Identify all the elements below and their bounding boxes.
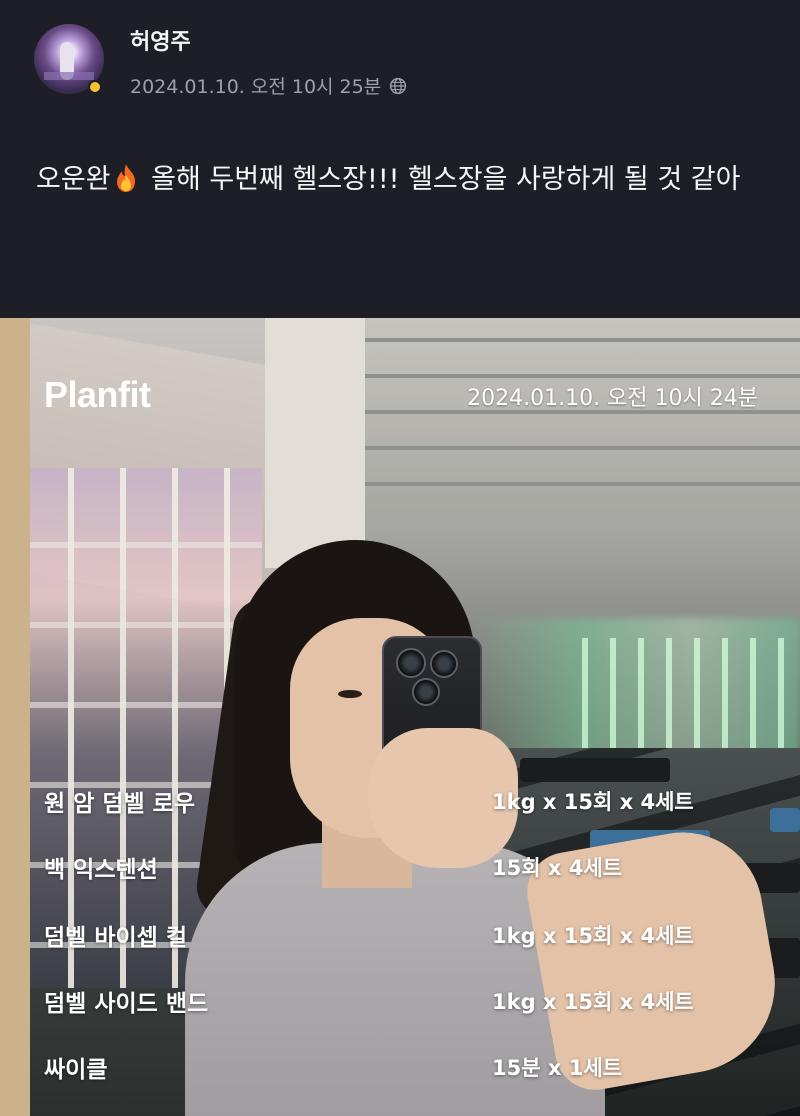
photo-timestamp: 2024.01.10. 오전 10시 24분	[467, 386, 758, 411]
pillar	[265, 318, 365, 568]
author-name[interactable]: 허영주	[130, 24, 191, 56]
camera-lens	[430, 650, 458, 678]
exercise-sets: 15회 x 4세트	[492, 856, 622, 880]
bench	[770, 808, 800, 832]
exercise-sets: 1kg x 15회 x 4세트	[492, 790, 694, 814]
exercise-name: 싸이클	[44, 1057, 108, 1083]
post-meta: 2024.01.10. 오전 10시 25분	[130, 72, 407, 99]
exercise-name: 덤벨 사이드 밴드	[44, 991, 209, 1017]
workout-row: 덤벨 사이드 밴드 1kg x 15회 x 4세트	[44, 984, 764, 1024]
post-header: 허영주 2024.01.10. 오전 10시 25분 오운완 올해 두번째 헬스…	[0, 0, 800, 318]
online-status-dot	[88, 80, 102, 94]
exercise-sets: 1kg x 15회 x 4세트	[492, 924, 694, 948]
fire-emoji-icon	[116, 164, 135, 192]
exercise-name: 덤벨 바이셉 컬	[44, 925, 187, 951]
workout-row: 싸이클 15분 x 1세트	[44, 1050, 764, 1090]
post-body: 오운완 올해 두번째 헬스장!!! 헬스장을 사랑하게 될 것 같아	[36, 156, 766, 204]
post-text-rest: 올해 두번째 헬스장!!! 헬스장을 사랑하게 될 것 같아	[142, 164, 741, 195]
workout-row: 덤벨 바이셉 컬 1kg x 15회 x 4세트	[44, 918, 764, 958]
eye	[338, 690, 362, 698]
post-text-start: 오운완	[36, 164, 111, 195]
exercise-sets: 15분 x 1세트	[492, 1056, 622, 1080]
exercise-sets: 1kg x 15회 x 4세트	[492, 990, 694, 1014]
post-timestamp: 2024.01.10. 오전 10시 25분	[130, 76, 382, 98]
planfit-logo: Planfit	[44, 374, 151, 415]
exercise-name: 원 암 덤벨 로우	[44, 791, 195, 817]
left-wall	[0, 318, 30, 1116]
ceiling-pipes	[360, 318, 800, 518]
globe-icon	[390, 77, 407, 94]
exercise-name: 백 익스텐션	[44, 857, 158, 883]
camera-lens	[412, 678, 440, 706]
workout-row: 원 암 덤벨 로우 1kg x 15회 x 4세트	[44, 784, 764, 824]
camera-lens	[396, 648, 426, 678]
workout-row: 백 익스텐션 15회 x 4세트	[44, 850, 764, 890]
bench	[520, 758, 670, 782]
